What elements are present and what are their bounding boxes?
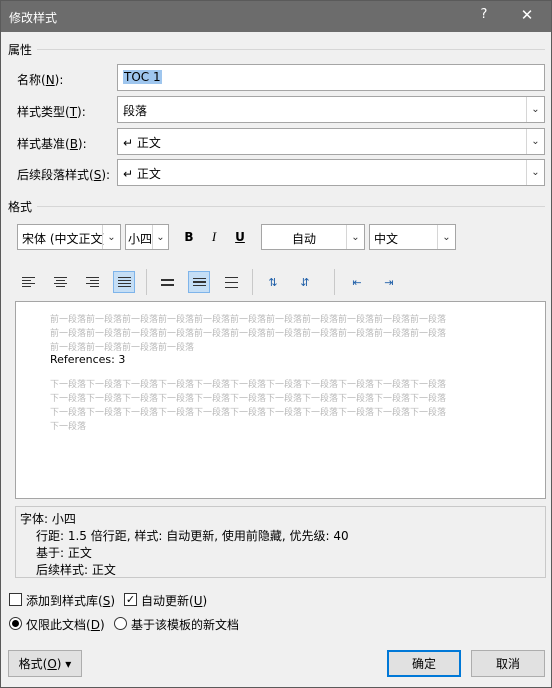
description-font: 字体: 小四 — [20, 512, 76, 526]
style-type-label: 样式类型(T): — [17, 105, 86, 119]
toolbar-separator — [252, 269, 253, 295]
style-preview-pane: 前一段落前一段落前一段落前一段落前一段落前一段落前一段落前一段落前一段落前一段落… — [15, 301, 546, 499]
add-to-gallery-checkbox[interactable] — [9, 593, 22, 606]
justify-icon[interactable] — [113, 271, 135, 293]
decrease-spacing-icon[interactable]: ⇵ — [294, 271, 316, 293]
new-documents-template-label[interactable]: 基于该模板的新文档 — [131, 616, 239, 633]
previous-paragraph-line: 前一段落前一段落前一段落前一段落 — [50, 343, 195, 353]
auto-update-label[interactable]: 自动更新(U) — [141, 592, 207, 609]
next-paragraph-style-select[interactable]: ↵ 正文 ⌄ — [117, 159, 545, 186]
align-left-icon[interactable] — [17, 271, 39, 293]
modify-style-dialog: 修改样式 ? ✕ 属性 名称(N): TOC 1 样式类型(T): 段落 ⌄ 样… — [0, 0, 552, 688]
font-select[interactable]: 宋体 (中文正文) ⌄ — [17, 224, 121, 250]
chevron-down-icon: ⌄ — [152, 225, 168, 249]
decrease-indent-icon[interactable]: ⇤ — [346, 271, 368, 293]
next-paragraph-line: 下一段落 — [50, 422, 87, 432]
style-based-on-label: 样式基准(B): — [17, 137, 87, 151]
next-paragraph-style-label: 后续段落样式(S): — [17, 168, 111, 182]
next-paragraph-line: 下一段落下一段落下一段落下一段落下一段落下一段落下一段落下一段落下一段落下一段落… — [50, 394, 447, 404]
only-this-document-label[interactable]: 仅限此文档(D) — [26, 616, 105, 633]
chevron-down-icon: ⌄ — [437, 225, 455, 249]
language-value: 中文 — [374, 232, 399, 246]
format-divider — [37, 206, 545, 207]
format-menu-button[interactable]: 格式(O) ▾ — [8, 650, 82, 677]
dialog-title: 修改样式 — [9, 11, 58, 25]
one-half-spacing-icon[interactable] — [188, 271, 210, 293]
style-type-value: 段落 — [123, 104, 148, 118]
font-size-select[interactable]: 小四 ⌄ — [125, 224, 169, 250]
auto-update-checkbox[interactable]: ✓ — [124, 593, 137, 606]
chevron-down-icon: ⌄ — [102, 225, 120, 249]
chevron-down-icon: ⌄ — [346, 225, 364, 249]
style-name-input[interactable]: TOC 1 — [117, 64, 545, 91]
align-right-icon[interactable] — [81, 271, 103, 293]
next-paragraph-style-value: ↵ 正文 — [123, 167, 161, 181]
next-paragraph-line: 下一段落下一段落下一段落下一段落下一段落下一段落下一段落下一段落下一段落下一段落… — [50, 380, 447, 390]
font-color-select[interactable]: 自动 ⌄ — [261, 224, 365, 250]
description-next-style: 后续样式: 正文 — [36, 563, 116, 577]
toolbar-separator — [334, 269, 335, 295]
chevron-down-icon: ⌄ — [526, 160, 544, 185]
sample-text: References: 3 — [50, 353, 126, 366]
align-center-icon[interactable] — [49, 271, 71, 293]
font-value: 宋体 (中文正文) — [22, 232, 104, 246]
font-color-value: 自动 — [292, 232, 317, 246]
ok-button[interactable]: 确定 — [387, 650, 461, 677]
font-size-value: 小四 — [128, 232, 153, 246]
name-label: 名称(N): — [17, 73, 64, 87]
increase-indent-icon[interactable]: ⇥ — [378, 271, 400, 293]
bold-button[interactable]: B — [178, 226, 200, 248]
style-type-select[interactable]: 段落 ⌄ — [117, 96, 545, 123]
double-spacing-icon[interactable] — [220, 271, 242, 293]
new-documents-template-radio[interactable] — [114, 617, 127, 630]
toolbar-separator — [146, 269, 147, 295]
underline-button[interactable]: U — [229, 226, 251, 248]
add-to-gallery-label[interactable]: 添加到样式库(S) — [26, 592, 115, 609]
next-paragraph-line: 下一段落下一段落下一段落下一段落下一段落下一段落下一段落下一段落下一段落下一段落… — [50, 408, 447, 418]
properties-divider — [37, 49, 545, 50]
description-based-on: 基于: 正文 — [36, 546, 92, 560]
cancel-button[interactable]: 取消 — [471, 650, 545, 677]
language-select[interactable]: 中文 ⌄ — [369, 224, 456, 250]
format-section-title: 格式 — [8, 200, 33, 214]
help-button[interactable]: ? — [477, 7, 491, 22]
previous-paragraph-line: 前一段落前一段落前一段落前一段落前一段落前一段落前一段落前一段落前一段落前一段落… — [50, 329, 447, 339]
style-based-on-select[interactable]: ↵ 正文 ⌄ — [117, 128, 545, 155]
style-description: 字体: 小四 行距: 1.5 倍行距, 样式: 自动更新, 使用前隐藏, 优先级… — [15, 506, 546, 578]
properties-section-title: 属性 — [8, 43, 33, 57]
single-spacing-icon[interactable] — [156, 271, 178, 293]
italic-button[interactable]: I — [203, 226, 225, 248]
chevron-down-icon: ⌄ — [526, 97, 544, 122]
increase-spacing-icon[interactable]: ⇅ — [262, 271, 284, 293]
title-bar: 修改样式 ? ✕ — [1, 1, 551, 32]
description-spacing: 行距: 1.5 倍行距, 样式: 自动更新, 使用前隐藏, 优先级: 40 — [36, 529, 349, 543]
only-this-document-radio[interactable] — [9, 617, 22, 630]
style-based-on-value: ↵ 正文 — [123, 136, 161, 150]
style-name-value: TOC 1 — [123, 70, 162, 84]
previous-paragraph-line: 前一段落前一段落前一段落前一段落前一段落前一段落前一段落前一段落前一段落前一段落… — [50, 315, 447, 325]
close-icon[interactable]: ✕ — [518, 6, 536, 24]
chevron-down-icon: ⌄ — [526, 129, 544, 154]
